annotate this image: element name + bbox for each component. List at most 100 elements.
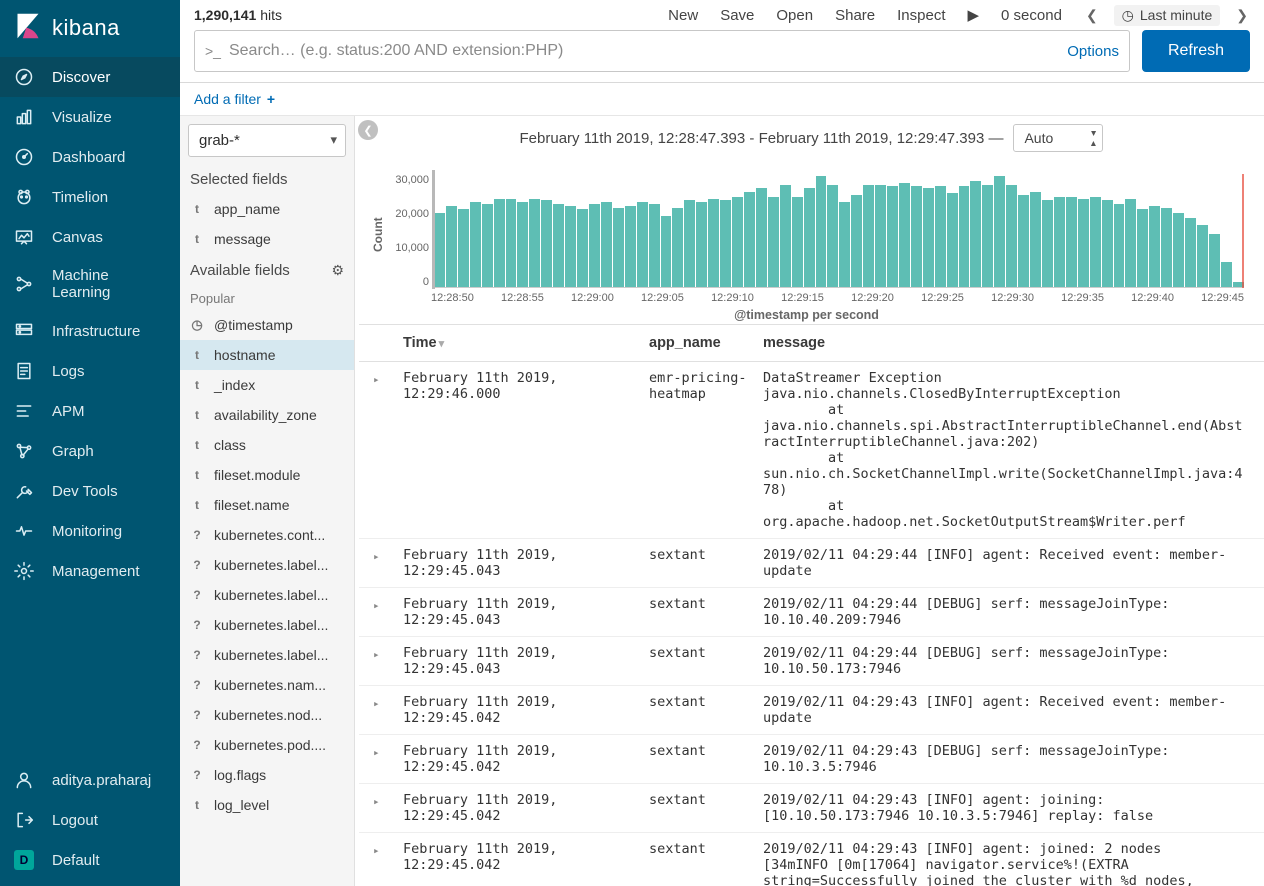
histogram-bar[interactable] (1018, 195, 1029, 287)
logo[interactable]: kibana (0, 0, 180, 57)
histogram-bar[interactable] (768, 197, 779, 287)
field-log-level[interactable]: tlog_level (180, 790, 354, 820)
histogram-bar[interactable] (458, 209, 469, 287)
histogram-bar[interactable] (1006, 185, 1017, 287)
expand-row-icon[interactable]: ▸ (373, 596, 403, 628)
nav-item-infrastructure[interactable]: Infrastructure (0, 311, 180, 351)
expand-row-icon[interactable]: ▸ (373, 841, 403, 886)
histogram-bar[interactable] (720, 200, 731, 287)
histogram-bar[interactable] (649, 204, 660, 287)
histogram-bar[interactable] (994, 176, 1005, 287)
share-action[interactable]: Share (835, 7, 875, 24)
refresh-button[interactable]: Refresh (1142, 30, 1250, 72)
histogram-bar[interactable] (625, 206, 636, 287)
field-kubernetes-label-[interactable]: ?kubernetes.label... (180, 610, 354, 640)
time-prev-icon[interactable]: ❮ (1084, 7, 1100, 24)
histogram-bar[interactable] (517, 202, 528, 287)
histogram-bar[interactable] (1197, 225, 1208, 287)
field-kubernetes-cont-[interactable]: ?kubernetes.cont... (180, 520, 354, 550)
index-pattern-select[interactable]: grab-* (188, 124, 346, 157)
add-filter-link[interactable]: Add a filter + (194, 91, 275, 107)
histogram-bar[interactable] (827, 185, 838, 287)
expand-row-icon[interactable]: ▸ (373, 547, 403, 579)
field-log-flags[interactable]: ?log.flags (180, 760, 354, 790)
histogram-bar[interactable] (1173, 213, 1184, 287)
autorefresh-interval[interactable]: 0 second (1001, 7, 1062, 24)
histogram-bar[interactable] (541, 200, 552, 287)
histogram-bar[interactable] (661, 216, 672, 287)
expand-row-icon[interactable]: ▸ (373, 743, 403, 775)
new-action[interactable]: New (668, 7, 698, 24)
inspect-action[interactable]: Inspect (897, 7, 945, 24)
histogram-bar[interactable] (851, 195, 862, 287)
col-message[interactable]: message (763, 335, 1250, 351)
histogram-bar[interactable] (1185, 218, 1196, 287)
histogram-bar[interactable] (1209, 234, 1220, 287)
histogram-bar[interactable] (1054, 197, 1065, 287)
histogram-bar[interactable] (899, 183, 910, 287)
histogram-bar[interactable] (470, 202, 481, 287)
field-kubernetes-label-[interactable]: ?kubernetes.label... (180, 640, 354, 670)
histogram-bar[interactable] (1161, 208, 1172, 287)
histogram-bar[interactable] (494, 199, 505, 287)
nav-item-logs[interactable]: Logs (0, 351, 180, 391)
nav-item-apm[interactable]: APM (0, 391, 180, 431)
nav-item-dev-tools[interactable]: Dev Tools (0, 471, 180, 511)
histogram-bar[interactable] (804, 188, 815, 287)
histogram-bar[interactable] (947, 193, 958, 287)
field-kubernetes-nam-[interactable]: ?kubernetes.nam... (180, 670, 354, 700)
nav-item-dashboard[interactable]: Dashboard (0, 137, 180, 177)
histogram-bar[interactable] (589, 204, 600, 287)
nav-item-discover[interactable]: Discover (0, 57, 180, 97)
field-kubernetes-label-[interactable]: ?kubernetes.label... (180, 550, 354, 580)
expand-row-icon[interactable]: ▸ (373, 694, 403, 726)
nav-item-management[interactable]: Management (0, 551, 180, 591)
col-time[interactable]: Time▾ (403, 335, 649, 351)
field-message[interactable]: tmessage (180, 224, 354, 254)
histogram-bar[interactable] (553, 204, 564, 287)
search-input[interactable] (229, 42, 1059, 60)
histogram-bar[interactable] (637, 202, 648, 287)
nav-item-canvas[interactable]: Canvas (0, 217, 180, 257)
histogram-bar[interactable] (756, 188, 767, 287)
interval-select[interactable]: Auto (1013, 124, 1103, 152)
nav-item-machine-learning[interactable]: Machine Learning (0, 257, 180, 311)
histogram-bar[interactable] (959, 186, 970, 287)
save-action[interactable]: Save (720, 7, 754, 24)
histogram-bar[interactable] (911, 186, 922, 287)
field--index[interactable]: t_index (180, 370, 354, 400)
histogram-bar[interactable] (744, 192, 755, 287)
histogram-bar[interactable] (1114, 204, 1125, 287)
autorefresh-play-icon[interactable]: ▶ (968, 6, 980, 24)
field-hostname[interactable]: thostname (180, 340, 354, 370)
histogram-bar[interactable] (482, 204, 493, 287)
histogram-bar[interactable] (601, 202, 612, 287)
field-kubernetes-label-[interactable]: ?kubernetes.label... (180, 580, 354, 610)
nav-item-visualize[interactable]: Visualize (0, 97, 180, 137)
histogram-bar[interactable] (672, 208, 683, 287)
histogram-bar[interactable] (780, 185, 791, 287)
open-action[interactable]: Open (776, 7, 813, 24)
histogram-bar[interactable] (684, 200, 695, 287)
histogram-bar[interactable] (696, 202, 707, 287)
histogram-bar[interactable] (1137, 209, 1148, 287)
expand-row-icon[interactable]: ▸ (373, 370, 403, 530)
histogram-bar[interactable] (887, 186, 898, 287)
histogram-bar[interactable] (863, 185, 874, 287)
field-fileset-module[interactable]: tfileset.module (180, 460, 354, 490)
histogram-bar[interactable] (875, 185, 886, 287)
histogram-bar[interactable] (613, 208, 624, 287)
search-options[interactable]: Options (1067, 43, 1119, 60)
nav-bottom-default[interactable]: DDefault (0, 840, 180, 880)
field-app-name[interactable]: tapp_name (180, 194, 354, 224)
histogram-bar[interactable] (1125, 199, 1136, 287)
nav-item-monitoring[interactable]: Monitoring (0, 511, 180, 551)
histogram-bar[interactable] (839, 202, 850, 287)
expand-row-icon[interactable]: ▸ (373, 792, 403, 824)
histogram-bar[interactable] (1066, 197, 1077, 287)
histogram-bar[interactable] (1042, 200, 1053, 287)
histogram-bar[interactable] (970, 181, 981, 287)
field-class[interactable]: tclass (180, 430, 354, 460)
histogram-bar[interactable] (565, 206, 576, 287)
histogram-bar[interactable] (1090, 197, 1101, 287)
